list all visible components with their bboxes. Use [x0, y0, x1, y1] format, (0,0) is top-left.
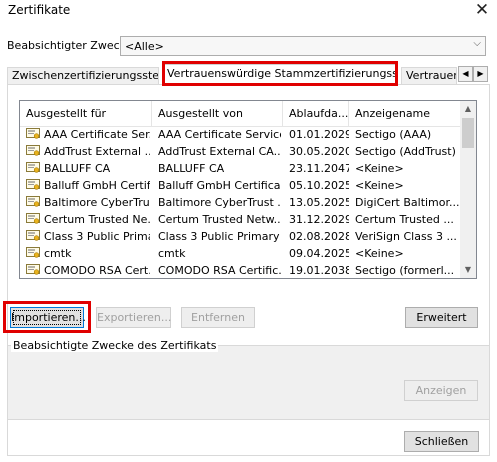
tab-bar: Zwischenzertifizierungsstellen Vertrauen…: [7, 61, 490, 85]
import-button[interactable]: Importieren...: [10, 307, 86, 328]
certificate-icon: [26, 179, 40, 190]
table-cell: AddTrust External ...: [44, 145, 150, 158]
table-cell: <Keine>: [355, 179, 404, 192]
table-cell: AAA Certificate Ser...: [44, 128, 150, 141]
tab-trusted-root-cas[interactable]: Vertrauenswürdige Stammzertifizierungsst…: [162, 64, 398, 85]
certificate-list[interactable]: Ausgestellt für Ausgestellt von Ablaufda…: [19, 100, 477, 279]
certificate-icon: [26, 213, 40, 224]
table-cell: cmtk: [158, 247, 186, 260]
list-header: Ausgestellt für Ausgestellt von Ablaufda…: [20, 101, 460, 127]
remove-button[interactable]: Entfernen: [181, 307, 255, 328]
list-item[interactable]: Baltimore CyberTrus... Baltimore CyberTru…: [20, 194, 460, 211]
list-item[interactable]: Balluff GmbH Certifi... Balluff GmbH Cert…: [20, 177, 460, 194]
certificate-icon: [26, 247, 40, 258]
list-scrollbar[interactable]: ▲ ▼: [460, 101, 476, 278]
table-cell: cmtk: [44, 247, 72, 260]
column-expiration[interactable]: Ablaufda...: [283, 101, 349, 126]
certificate-icon: [26, 264, 40, 275]
list-item[interactable]: BALLUFF CA BALLUFF CA 23.11.2047 <Keine>: [20, 160, 460, 177]
close-button[interactable]: Schließen: [404, 431, 479, 452]
table-cell: Balluff GmbH Certifi...: [44, 179, 150, 192]
purpose-label: Beabsichtigter Zweck:: [7, 39, 130, 52]
table-cell: 09.04.2025: [289, 247, 349, 260]
table-cell: DigiCert Baltimor...: [355, 196, 460, 209]
scroll-down-icon[interactable]: ▼: [460, 262, 476, 278]
table-cell: COMODO RSA Certific...: [158, 264, 281, 277]
table-cell: Certum Trusted ...: [355, 213, 454, 226]
column-issued-by[interactable]: Ausgestellt von: [152, 101, 283, 126]
view-button[interactable]: Anzeigen: [404, 380, 478, 401]
table-cell: VeriSign Class 3 ...: [355, 230, 457, 243]
list-item[interactable]: Certum Trusted Ne... Certum Trusted Netw.…: [20, 211, 460, 228]
certificate-icon: [26, 196, 40, 207]
table-cell: COMODO RSA Cert...: [44, 264, 150, 277]
table-cell: Sectigo (formerl...: [355, 264, 455, 277]
table-cell: 23.11.2047: [289, 162, 349, 175]
table-cell: 05.10.2025: [289, 179, 349, 192]
table-cell: Certum Trusted Netw...: [158, 213, 281, 226]
list-item[interactable]: AddTrust External ... AddTrust External C…: [20, 143, 460, 160]
certificate-icon: [26, 128, 40, 139]
certificate-icon: [26, 230, 40, 241]
table-cell: AddTrust External CA...: [158, 145, 281, 158]
list-item[interactable]: AAA Certificate Ser... AAA Certificate Se…: [20, 126, 460, 143]
chevron-down-icon: ⌵: [473, 38, 481, 49]
export-button[interactable]: Exportieren...: [96, 307, 171, 328]
column-friendly-name[interactable]: Anzeigename: [349, 101, 462, 126]
window-title: Zertifikate: [8, 3, 71, 17]
table-cell: 02.08.2028: [289, 230, 349, 243]
tab-trusted-publishers[interactable]: Vertrauens: [401, 67, 457, 84]
table-cell: Balluff GmbH Certifica...: [158, 179, 281, 192]
table-cell: 30.05.2020: [289, 145, 349, 158]
certificate-icon: [26, 145, 40, 156]
purposes-group-label: Beabsichtigte Zwecke des Zertifikats: [11, 339, 219, 352]
list-rows: AAA Certificate Ser... AAA Certificate Se…: [20, 126, 460, 278]
table-cell: Baltimore CyberTrus...: [44, 196, 150, 209]
table-cell: Certum Trusted Ne...: [44, 213, 150, 226]
table-cell: 31.12.2029: [289, 213, 349, 226]
purpose-dropdown[interactable]: <Alle> ⌵: [120, 36, 486, 56]
table-cell: <Keine>: [355, 247, 404, 260]
table-cell: 01.01.2029: [289, 128, 349, 141]
table-cell: Baltimore CyberTrust ...: [158, 196, 281, 209]
close-window-icon[interactable]: ✕: [470, 0, 494, 21]
tab-scroll-left-icon[interactable]: ◀: [458, 66, 473, 82]
table-cell: 13.05.2025: [289, 196, 349, 209]
scroll-thumb[interactable]: [462, 118, 474, 148]
column-issued-to[interactable]: Ausgestellt für: [20, 101, 152, 126]
table-cell: Sectigo (AAA): [355, 128, 432, 141]
list-item[interactable]: Class 3 Public Prima... Class 3 Public Pr…: [20, 228, 460, 245]
purpose-dropdown-value: <Alle>: [125, 40, 164, 53]
list-item[interactable]: COMODO RSA Cert... COMODO RSA Certific...…: [20, 262, 460, 278]
advanced-button[interactable]: Erweitert: [405, 307, 478, 328]
table-cell: BALLUFF CA: [44, 162, 111, 175]
tab-scroll-right-icon[interactable]: ▶: [473, 66, 488, 82]
table-cell: Class 3 Public Primary ...: [158, 230, 281, 243]
table-cell: BALLUFF CA: [158, 162, 225, 175]
tab-intermediate-cas[interactable]: Zwischenzertifizierungsstellen: [7, 67, 159, 84]
table-cell: Sectigo (AddTrust): [355, 145, 456, 158]
table-cell: Class 3 Public Prima...: [44, 230, 150, 243]
table-cell: <Keine>: [355, 162, 404, 175]
table-cell: 19.01.2038: [289, 264, 349, 277]
table-cell: AAA Certificate Services: [158, 128, 281, 141]
certificate-icon: [26, 162, 40, 173]
list-item[interactable]: cmtk cmtk 09.04.2025 <Keine>: [20, 245, 460, 262]
scroll-up-icon[interactable]: ▲: [460, 101, 476, 117]
